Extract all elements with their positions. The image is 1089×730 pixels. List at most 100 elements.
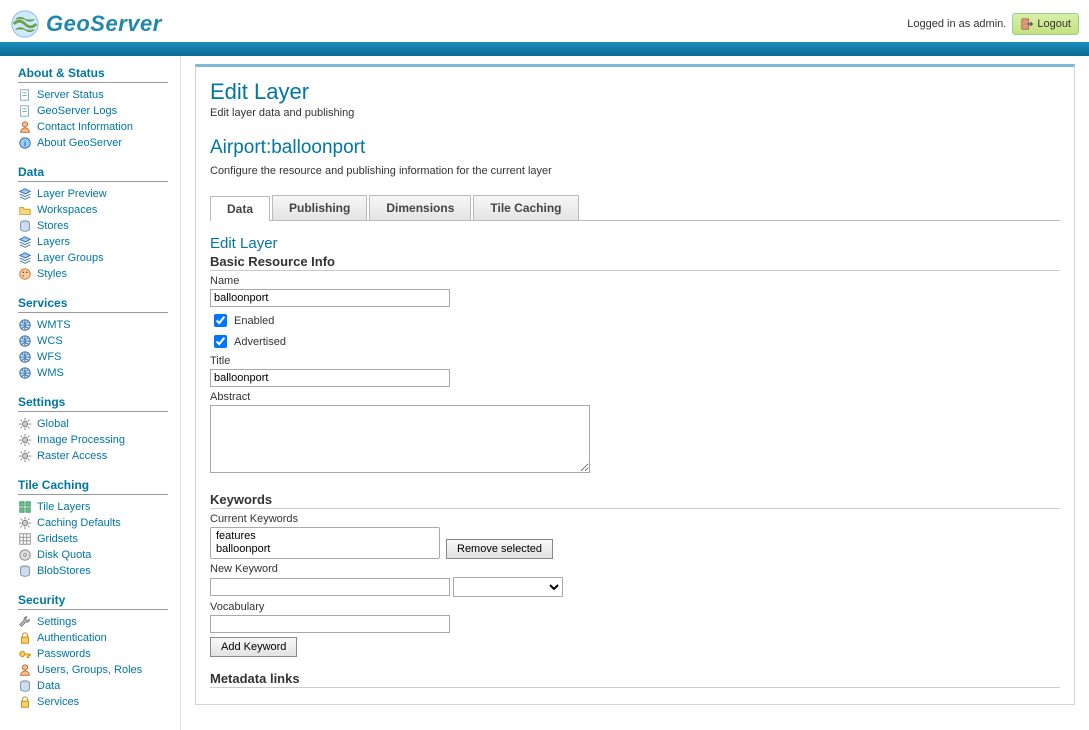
sidebar-item-security-3[interactable]: Users, Groups, Roles [18, 662, 168, 678]
sidebar-item-label: Workspaces [37, 204, 97, 216]
new-keyword-input[interactable] [210, 578, 450, 596]
sidebar-item-settings-2[interactable]: Raster Access [18, 448, 168, 464]
info-icon: i [18, 136, 32, 150]
tab-dimensions[interactable]: Dimensions [369, 195, 471, 220]
globe-icon [18, 366, 32, 380]
sidebar-item-label: Caching Defaults [37, 517, 121, 529]
palette-icon [18, 267, 32, 281]
doc-icon [18, 88, 32, 102]
sidebar-item-label: Users, Groups, Roles [37, 664, 142, 676]
sidebar-item-settings-1[interactable]: Image Processing [18, 432, 168, 448]
person-icon [18, 120, 32, 134]
sidebar-item-label: Gridsets [37, 533, 78, 545]
sidebar-item-services-1[interactable]: WCS [18, 333, 168, 349]
sidebar-item-data-1[interactable]: Workspaces [18, 202, 168, 218]
wrench-icon [18, 615, 32, 629]
sidebar-item-label: Stores [37, 220, 69, 232]
sidebar-section-settings: Settings [18, 395, 168, 412]
sidebar-item-label: Settings [37, 616, 77, 628]
sidebar-section-services: Services [18, 296, 168, 313]
sidebar-item-tile-2[interactable]: Gridsets [18, 531, 168, 547]
sidebar-item-about-2[interactable]: Contact Information [18, 119, 168, 135]
logout-icon [1020, 17, 1034, 31]
sidebar-item-services-0[interactable]: WMTS [18, 317, 168, 333]
logout-button[interactable]: Logout [1012, 13, 1079, 35]
sidebar-item-data-5[interactable]: Styles [18, 266, 168, 282]
sidebar-item-label: Services [37, 696, 79, 708]
brand-text: GeoServer [46, 11, 162, 37]
sidebar-item-tile-3[interactable]: Disk Quota [18, 547, 168, 563]
name-input[interactable] [210, 289, 450, 307]
sidebar-item-security-0[interactable]: Settings [18, 614, 168, 630]
sidebar-item-about-1[interactable]: GeoServer Logs [18, 103, 168, 119]
title-input[interactable] [210, 369, 450, 387]
label-name: Name [210, 275, 1060, 287]
section-keywords: Keywords [210, 492, 1060, 509]
keyword-option[interactable]: features [214, 530, 436, 543]
remove-selected-button[interactable]: Remove selected [446, 539, 553, 559]
sidebar-item-about-3[interactable]: iAbout GeoServer [18, 135, 168, 151]
sidebar-item-tile-4[interactable]: BlobStores [18, 563, 168, 579]
layers-icon [18, 251, 32, 265]
sidebar-item-services-3[interactable]: WMS [18, 365, 168, 381]
doc-icon [18, 104, 32, 118]
sidebar-item-label: Raster Access [37, 450, 107, 462]
sidebar-item-label: WFS [37, 351, 61, 363]
sidebar-item-label: Passwords [37, 648, 91, 660]
sidebar-item-tile-0[interactable]: Tile Layers [18, 499, 168, 515]
tab-tilecaching[interactable]: Tile Caching [473, 195, 578, 220]
top-band [0, 42, 1089, 56]
abstract-textarea[interactable] [210, 405, 590, 473]
sidebar-section-tile: Tile Caching [18, 478, 168, 495]
add-keyword-button[interactable]: Add Keyword [210, 637, 297, 657]
sidebar-item-label: Styles [37, 268, 67, 280]
gear-icon [18, 449, 32, 463]
sidebar-item-about-0[interactable]: Server Status [18, 87, 168, 103]
label-new-keyword: New Keyword [210, 563, 1060, 575]
globe-icon [18, 318, 32, 332]
label-current-keywords: Current Keywords [210, 513, 1060, 525]
new-keyword-lang-select[interactable] [453, 577, 563, 597]
lock-icon [18, 695, 32, 709]
tab-data[interactable]: Data [210, 196, 270, 221]
sidebar-item-security-1[interactable]: Authentication [18, 630, 168, 646]
sidebar-item-security-4[interactable]: Data [18, 678, 168, 694]
db-icon [18, 564, 32, 578]
sidebar-item-security-2[interactable]: Passwords [18, 646, 168, 662]
page-subtitle: Edit layer data and publishing [210, 107, 1060, 119]
sidebar-item-data-2[interactable]: Stores [18, 218, 168, 234]
label-enabled: Enabled [234, 315, 274, 327]
svg-text:i: i [24, 140, 26, 149]
sidebar-item-label: WCS [37, 335, 63, 347]
brand-logo[interactable]: GeoServer [10, 9, 162, 39]
globe-icon [10, 9, 40, 39]
layer-heading: Airport:balloonport [210, 137, 1060, 159]
sidebar-item-label: Server Status [37, 89, 104, 101]
sidebar-item-data-4[interactable]: Layer Groups [18, 250, 168, 266]
layer-description: Configure the resource and publishing in… [210, 165, 1060, 177]
globe-icon [18, 350, 32, 364]
lock-icon [18, 631, 32, 645]
advertised-checkbox[interactable] [214, 335, 227, 348]
page-title: Edit Layer [210, 79, 1060, 105]
sidebar-item-services-2[interactable]: WFS [18, 349, 168, 365]
sidebar-item-label: Image Processing [37, 434, 125, 446]
keyword-option[interactable]: balloonport [214, 543, 436, 556]
enabled-checkbox[interactable] [214, 314, 227, 327]
sidebar-item-label: Authentication [37, 632, 107, 644]
keywords-listbox[interactable]: featuresballoonport [210, 527, 440, 559]
vocabulary-input[interactable] [210, 615, 450, 633]
sidebar-item-label: Data [37, 680, 60, 692]
tab-publishing[interactable]: Publishing [272, 195, 367, 220]
sidebar-item-data-0[interactable]: Layer Preview [18, 186, 168, 202]
db-icon [18, 679, 32, 693]
tab-bar: Data Publishing Dimensions Tile Caching [210, 195, 1060, 221]
sidebar-item-settings-0[interactable]: Global [18, 416, 168, 432]
sidebar-item-security-5[interactable]: Services [18, 694, 168, 710]
sidebar-item-data-3[interactable]: Layers [18, 234, 168, 250]
tile-icon [18, 500, 32, 514]
sidebar-item-label: Layer Groups [37, 252, 104, 264]
sidebar-section-about: About & Status [18, 66, 168, 83]
sidebar-item-tile-1[interactable]: Caching Defaults [18, 515, 168, 531]
key-icon [18, 647, 32, 661]
